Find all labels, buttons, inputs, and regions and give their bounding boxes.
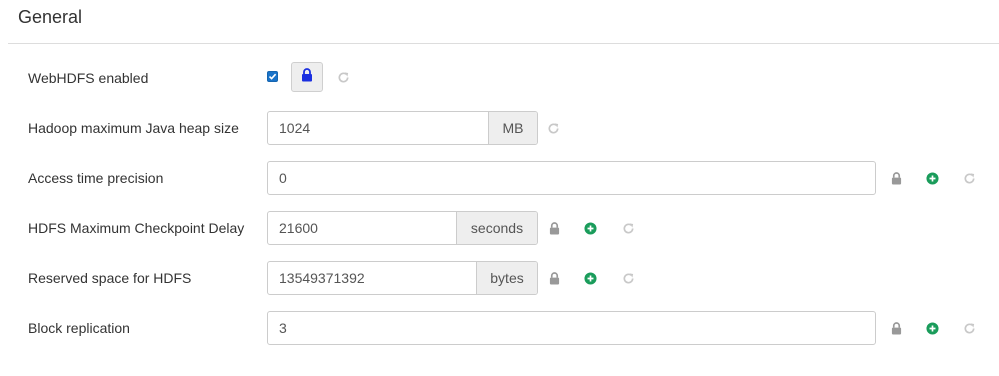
unit-addon: MB	[488, 112, 537, 144]
webhdfs-checkbox[interactable]	[267, 71, 278, 82]
config-label: WebHDFS enabled	[28, 70, 149, 86]
config-label: Block replication	[28, 320, 130, 336]
plus-circle-icon[interactable]	[925, 171, 939, 185]
block-replication-field[interactable]: 3	[267, 311, 876, 345]
config-row-block-replication: Block replication 3	[0, 311, 999, 345]
config-row-heap-size: Hadoop maximum Java heap size 1024 MB	[0, 111, 999, 145]
config-row-access-time: Access time precision 0	[0, 161, 999, 195]
checkpoint-delay-field[interactable]: 21600 seconds	[267, 211, 538, 245]
config-label: Access time precision	[28, 170, 164, 186]
access-time-input[interactable]: 0	[268, 162, 875, 194]
heap-size-field[interactable]: 1024 MB	[267, 111, 538, 145]
plus-circle-icon[interactable]	[925, 321, 939, 335]
refresh-icon[interactable]	[962, 321, 976, 335]
refresh-icon[interactable]	[336, 70, 350, 84]
config-label: Reserved space for HDFS	[28, 270, 192, 286]
config-label: Hadoop maximum Java heap size	[28, 120, 239, 136]
config-label: HDFS Maximum Checkpoint Delay	[28, 220, 245, 236]
access-time-field[interactable]: 0	[267, 161, 876, 195]
block-replication-input[interactable]: 3	[268, 312, 875, 344]
lock-icon	[301, 67, 313, 87]
reserved-space-field[interactable]: 13549371392 bytes	[267, 261, 538, 295]
refresh-icon[interactable]	[621, 271, 635, 285]
reserved-space-input[interactable]: 13549371392	[268, 262, 476, 294]
unit-addon: seconds	[456, 212, 537, 244]
config-row-checkpoint-delay: HDFS Maximum Checkpoint Delay 21600 seco…	[0, 211, 999, 245]
config-row-reserved-space: Reserved space for HDFS 13549371392 byte…	[0, 261, 999, 295]
plus-circle-icon[interactable]	[583, 271, 597, 285]
lock-icon[interactable]	[889, 171, 903, 185]
heap-size-input[interactable]: 1024	[268, 112, 488, 144]
plus-circle-icon[interactable]	[583, 221, 597, 235]
lock-icon[interactable]	[547, 221, 561, 235]
unit-addon: bytes	[476, 262, 537, 294]
refresh-icon[interactable]	[621, 221, 635, 235]
lock-icon[interactable]	[889, 321, 903, 335]
checkpoint-delay-input[interactable]: 21600	[268, 212, 456, 244]
final-lock-button[interactable]	[291, 62, 323, 92]
lock-icon[interactable]	[547, 271, 561, 285]
refresh-icon[interactable]	[546, 121, 560, 135]
config-row-webhdfs: WebHDFS enabled	[0, 61, 999, 95]
refresh-icon[interactable]	[962, 171, 976, 185]
section-title: General	[18, 7, 83, 27]
section-divider	[8, 43, 999, 44]
